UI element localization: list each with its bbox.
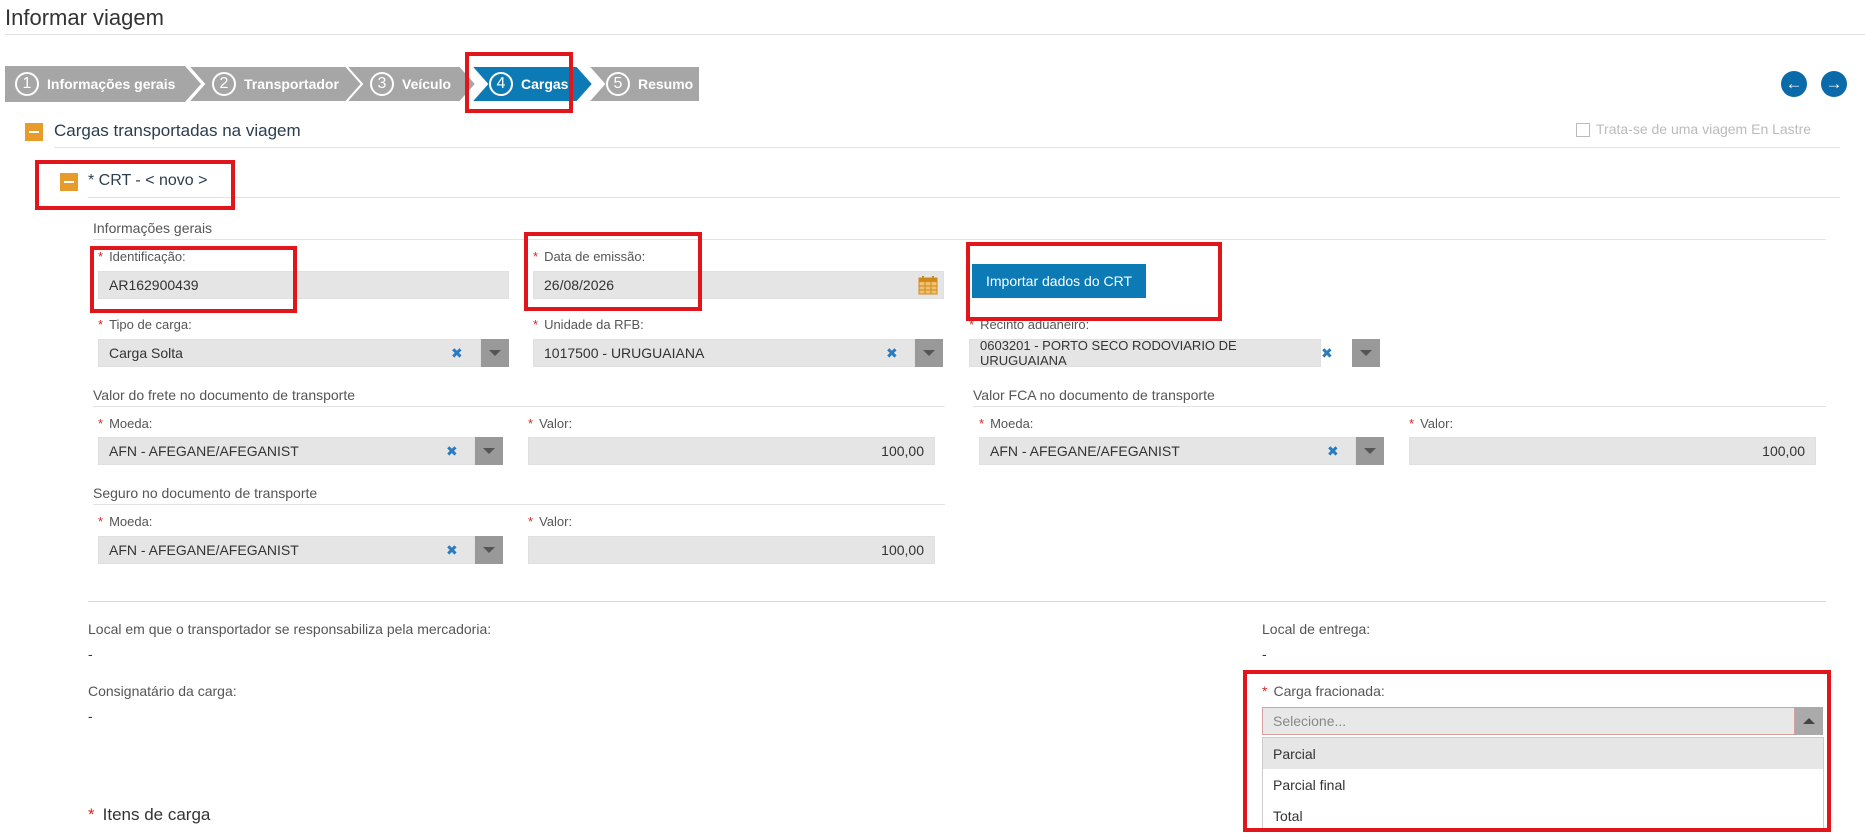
wizard-step-5[interactable]: 5 Resumo [588, 66, 700, 102]
chevron-down-icon[interactable] [915, 339, 943, 367]
fca-divider [973, 406, 1826, 407]
details-divider [88, 601, 1826, 602]
seguro-heading: Seguro no documento de transporte [93, 485, 318, 501]
clear-icon[interactable]: ✖ [446, 443, 458, 460]
local-entrega-label: Local de entrega: [1262, 621, 1371, 637]
chevron-down-icon[interactable] [481, 339, 509, 367]
seguro-valor-label: * Valor: [528, 514, 573, 529]
general-info-divider [93, 239, 1826, 240]
chevron-down-icon[interactable] [475, 437, 503, 465]
data-emissao-input[interactable]: 26/08/2026 [533, 271, 944, 299]
recinto-select[interactable]: 0603201 - PORTO SECO RODOVIARIO DE URUGU… [969, 338, 1321, 368]
fca-moeda-label: * Moeda: [979, 416, 1034, 431]
tipo-carga-label: * Tipo de carga: [98, 317, 192, 332]
seguro-moeda-select[interactable]: AFN - AFEGANE/AFEGANIST [98, 536, 475, 564]
chevron-down-icon[interactable] [1356, 437, 1384, 465]
itens-carga-title: * Itens de carga [88, 805, 211, 824]
unidade-rfb-select[interactable]: 1017500 - URUGUAIANA [533, 339, 915, 367]
calendar-icon[interactable] [918, 275, 938, 295]
lastre-checkbox[interactable] [1576, 123, 1590, 137]
general-info-heading: Informações gerais [93, 220, 213, 236]
wizard-step-4[interactable]: 4 Cargas [471, 66, 593, 102]
wizard-step-2[interactable]: 2 Transportador [188, 66, 362, 102]
chevron-down-icon[interactable] [1352, 339, 1380, 367]
frete-valor-input[interactable]: 100,00 [528, 437, 935, 465]
carga-fracionada-label: * Carga fracionada: [1262, 683, 1385, 699]
consignatario-value: - [88, 708, 93, 724]
seguro-divider [93, 504, 945, 505]
data-emissao-label: * Data de emissão: [533, 249, 646, 264]
page-title: Informar viagem [5, 5, 164, 30]
step-number: 4 [489, 72, 513, 96]
arrow-right-icon[interactable]: → [1821, 71, 1847, 97]
section-divider [54, 147, 1840, 148]
seguro-moeda-label: * Moeda: [98, 514, 153, 529]
chevron-down-icon[interactable] [475, 536, 503, 564]
fca-heading: Valor FCA no documento de transporte [973, 387, 1215, 403]
unidade-rfb-label: * Unidade da RFB: [533, 317, 644, 332]
lastre-label: Trata-se de uma viagem En Lastre [1596, 121, 1812, 137]
step-number: 5 [606, 72, 630, 96]
step-label: Transportador [244, 76, 339, 92]
collapse-crt-toggle[interactable] [60, 173, 78, 191]
consignatario-label: Consignatário da carga: [88, 683, 237, 699]
step-number: 2 [212, 72, 236, 96]
clear-icon[interactable]: ✖ [1321, 345, 1333, 362]
recinto-label: * Recinto aduaneiro: [969, 317, 1090, 332]
section-title: Cargas transportadas na viagem [54, 121, 301, 140]
import-crt-button[interactable]: Importar dados do CRT [972, 264, 1146, 298]
wizard-step-1[interactable]: 1 Informações gerais [5, 66, 201, 102]
option-parcial[interactable]: Parcial [1263, 738, 1823, 769]
clear-icon[interactable]: ✖ [446, 542, 458, 559]
local-entrega-value: - [1262, 646, 1267, 662]
wizard-nav: ← → [1781, 71, 1847, 97]
identificacao-label: * Identificação: [98, 249, 186, 264]
frete-moeda-label: * Moeda: [98, 416, 153, 431]
collapse-section-toggle[interactable] [25, 123, 43, 141]
frete-moeda-select[interactable]: AFN - AFEGANE/AFEGANIST [98, 437, 475, 465]
step-label: Resumo [638, 76, 694, 92]
clear-icon[interactable]: ✖ [451, 345, 463, 362]
local-responsabiliza-label: Local em que o transportador se responsa… [88, 621, 492, 637]
carga-fracionada-select[interactable]: Selecione... [1262, 707, 1795, 735]
local-responsabiliza-value: - [88, 646, 93, 662]
tipo-carga-select[interactable]: Carga Solta [98, 339, 481, 367]
step-number: 3 [370, 72, 394, 96]
step-number: 1 [15, 72, 39, 96]
clear-icon[interactable]: ✖ [886, 345, 898, 362]
chevron-up-icon[interactable] [1795, 707, 1823, 735]
fca-valor-label: * Valor: [1409, 416, 1454, 431]
frete-divider [93, 406, 945, 407]
fca-moeda-select[interactable]: AFN - AFEGANE/AFEGANIST [979, 437, 1356, 465]
arrow-left-icon[interactable]: ← [1781, 71, 1807, 97]
carga-fracionada-options: Parcial Parcial final Total [1262, 737, 1824, 831]
title-divider [5, 34, 1865, 35]
identificacao-input[interactable]: AR162900439 [98, 271, 509, 299]
minus-icon [64, 181, 74, 183]
fca-valor-input[interactable]: 100,00 [1409, 437, 1816, 465]
seguro-valor-input[interactable]: 100,00 [528, 536, 935, 564]
wizard-steps: 1 Informações gerais 2 Transportador 3 Veíc… [5, 66, 700, 102]
step-label: Veículo [402, 76, 452, 92]
option-parcial-final[interactable]: Parcial final [1263, 769, 1823, 800]
frete-valor-label: * Valor: [528, 416, 573, 431]
minus-icon [29, 131, 39, 133]
option-total[interactable]: Total [1263, 800, 1823, 831]
clear-icon[interactable]: ✖ [1327, 443, 1339, 460]
wizard-step-3[interactable]: 3 Veículo [346, 66, 476, 102]
frete-heading: Valor do frete no documento de transport… [93, 387, 356, 403]
crt-title: * CRT - < novo > [88, 172, 208, 189]
step-label: Cargas [521, 76, 569, 92]
crt-divider [88, 197, 1840, 198]
step-label: Informações gerais [47, 76, 176, 92]
